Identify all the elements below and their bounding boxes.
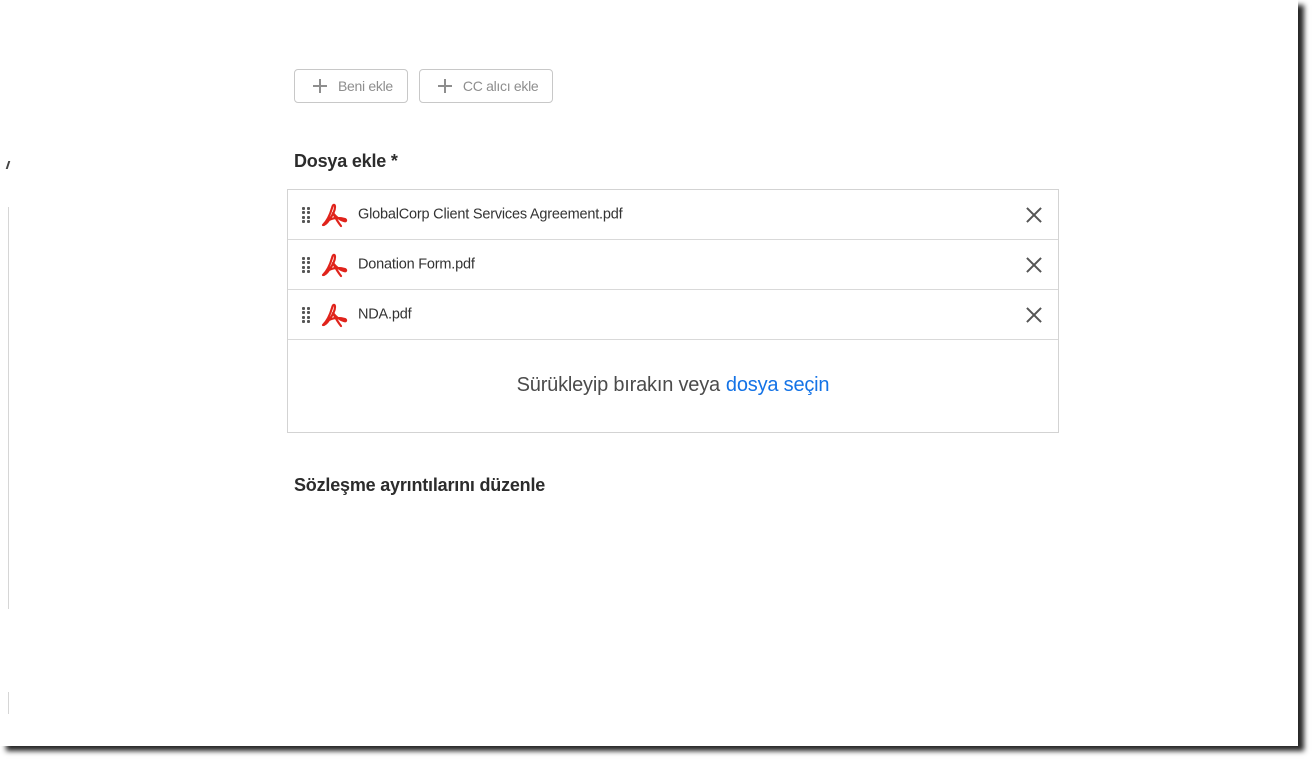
- recipient-actions: Beni ekle CC alıcı ekle: [294, 69, 554, 103]
- left-panel-border: [8, 207, 9, 609]
- drag-handle-icon[interactable]: [302, 206, 310, 223]
- add-me-label: Beni ekle: [338, 78, 393, 94]
- file-name: GlobalCorp Client Services Agreement.pdf: [358, 206, 623, 223]
- files-section-title: Dosya ekle *: [294, 151, 398, 171]
- plus-icon: [437, 79, 452, 93]
- close-icon[interactable]: [1026, 307, 1042, 323]
- plus-icon: [313, 79, 327, 93]
- choose-file-link[interactable]: dosya seçin: [726, 374, 830, 397]
- file-name: NDA.pdf: [358, 306, 412, 323]
- left-panel-border-bottom: [8, 692, 9, 714]
- agreement-details-title[interactable]: Sözleşme ayrıntılarını düzenle: [294, 475, 545, 496]
- app-window: Beni ekle CC alıcı ekle Dosya ekle * Glo…: [0, 0, 1298, 746]
- add-me-button[interactable]: Beni ekle: [294, 69, 408, 103]
- add-cc-button[interactable]: CC alıcı ekle: [418, 69, 554, 103]
- drop-zone-text: Sürükleyip bırakın veya: [516, 373, 720, 396]
- left-panel-edge-mark: [5, 161, 14, 169]
- file-row[interactable]: Donation Form.pdf: [288, 240, 1058, 290]
- close-icon[interactable]: [1026, 257, 1042, 273]
- file-row[interactable]: NDA.pdf: [288, 290, 1058, 340]
- file-drop-zone[interactable]: Sürükleyip bırakın veya dosya seçin: [288, 338, 1058, 432]
- pdf-icon: [321, 253, 348, 277]
- drag-handle-icon[interactable]: [302, 306, 310, 323]
- pdf-icon: [321, 303, 348, 327]
- file-name: Donation Form.pdf: [358, 256, 475, 273]
- close-icon[interactable]: [1026, 207, 1042, 223]
- file-row[interactable]: GlobalCorp Client Services Agreement.pdf: [288, 190, 1058, 240]
- file-list-panel: GlobalCorp Client Services Agreement.pdf…: [287, 189, 1059, 433]
- pdf-icon: [321, 203, 348, 227]
- drag-handle-icon[interactable]: [302, 256, 310, 273]
- add-cc-label: CC alıcı ekle: [462, 78, 539, 94]
